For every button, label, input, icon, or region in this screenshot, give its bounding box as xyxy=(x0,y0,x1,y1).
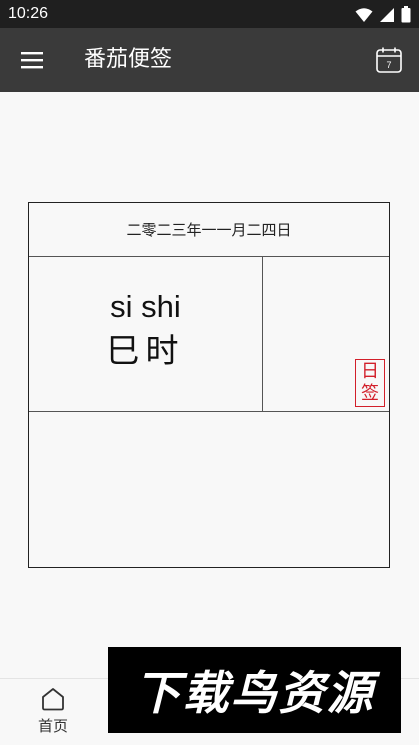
status-icons xyxy=(355,6,411,23)
status-bar: 10:26 xyxy=(0,0,419,28)
stamp-char-2: 签 xyxy=(361,383,379,404)
wifi-icon xyxy=(355,7,373,22)
watermark-banner: 下载鸟资源 xyxy=(108,647,401,733)
battery-icon xyxy=(401,6,411,23)
app-title: 番茄便签 xyxy=(84,47,173,72)
menu-button[interactable] xyxy=(18,48,48,72)
calendar-day-text: 7 xyxy=(386,60,391,70)
shichen-cell: si shi 巳时 xyxy=(29,256,263,412)
nav-home[interactable]: 首页 xyxy=(24,687,82,741)
app-bar: 番茄便签 7 xyxy=(0,28,419,92)
nav-home-label: 首页 xyxy=(37,717,68,735)
stamp-cell: 日 签 xyxy=(263,256,389,412)
menu-icon xyxy=(21,52,43,69)
stamp-char-1: 日 xyxy=(361,361,379,382)
note-date: 二零二三年一一月二四日 xyxy=(29,203,389,257)
red-seal-stamp: 日 签 xyxy=(355,359,385,407)
shichen-pinyin: si shi xyxy=(110,288,181,324)
calendar-icon: 7 xyxy=(376,47,402,73)
shichen-name: 巳时 xyxy=(106,330,185,370)
signal-icon xyxy=(380,7,394,22)
calendar-button[interactable]: 7 xyxy=(375,46,403,74)
status-time: 10:26 xyxy=(8,5,49,22)
home-icon xyxy=(42,688,64,711)
daily-note-card: 二零二三年一一月二四日 si shi 巳时 日 签 xyxy=(28,202,390,568)
